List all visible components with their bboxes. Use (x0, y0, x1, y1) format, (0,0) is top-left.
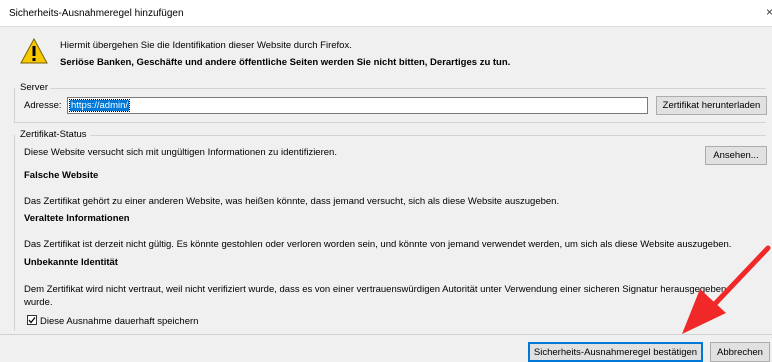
server-group-border-bottom (14, 122, 766, 123)
close-icon[interactable]: × (766, 5, 772, 19)
cert-status-group-border (90, 135, 766, 136)
section-text-unknown-identity-1: Dem Zertifikat wird nicht vertraut, weil… (24, 284, 727, 295)
red-arrow-icon (682, 245, 771, 334)
download-certificate-button[interactable]: Zertifikat herunterladen (656, 96, 767, 115)
warning-line-2: Seriöse Banken, Geschäfte und andere öff… (60, 57, 511, 68)
section-text-unknown-identity-2: wurde. (24, 297, 53, 308)
permanent-checkbox[interactable] (27, 315, 37, 325)
permanent-label[interactable]: Diese Ausnahme dauerhaft speichern (40, 316, 198, 327)
cancel-button[interactable]: Abbrechen (710, 342, 770, 362)
cert-status-group-border-left (14, 135, 15, 331)
warning-line-1: Hiermit übergehen Sie die Identifikation… (60, 40, 352, 51)
view-certificate-button[interactable]: Ansehen... (705, 146, 767, 165)
server-group-border-left (14, 88, 15, 122)
warning-triangle-icon (20, 38, 48, 64)
section-text-wrong-site: Das Zertifikat gehört zu einer anderen W… (24, 196, 560, 207)
checkmark-icon (28, 317, 36, 324)
section-heading-expired: Veraltete Informationen (24, 213, 130, 224)
address-label: Adresse: (24, 100, 62, 111)
window-title: Sicherheits-Ausnahmeregel hinzufügen (9, 8, 184, 19)
confirm-exception-button[interactable]: Sicherheits-Ausnahmeregel bestätigen (528, 342, 703, 362)
address-value: https://admin/ (68, 99, 131, 112)
cert-status-group-label: Zertifikat-Status (20, 129, 87, 140)
section-text-expired: Das Zertifikat ist derzeit nicht gültig.… (24, 239, 732, 250)
server-group-border (50, 88, 766, 89)
address-input[interactable]: https://admin/ (67, 97, 648, 114)
section-heading-unknown-identity: Unbekannte Identität (24, 257, 118, 268)
server-group-label: Server (20, 82, 48, 93)
footer-separator (0, 334, 772, 335)
section-heading-wrong-site: Falsche Website (24, 170, 99, 181)
cert-status-summary: Diese Website versucht sich mit ungültig… (24, 147, 337, 158)
title-bar: Sicherheits-Ausnahmeregel hinzufügen × (0, 0, 772, 27)
